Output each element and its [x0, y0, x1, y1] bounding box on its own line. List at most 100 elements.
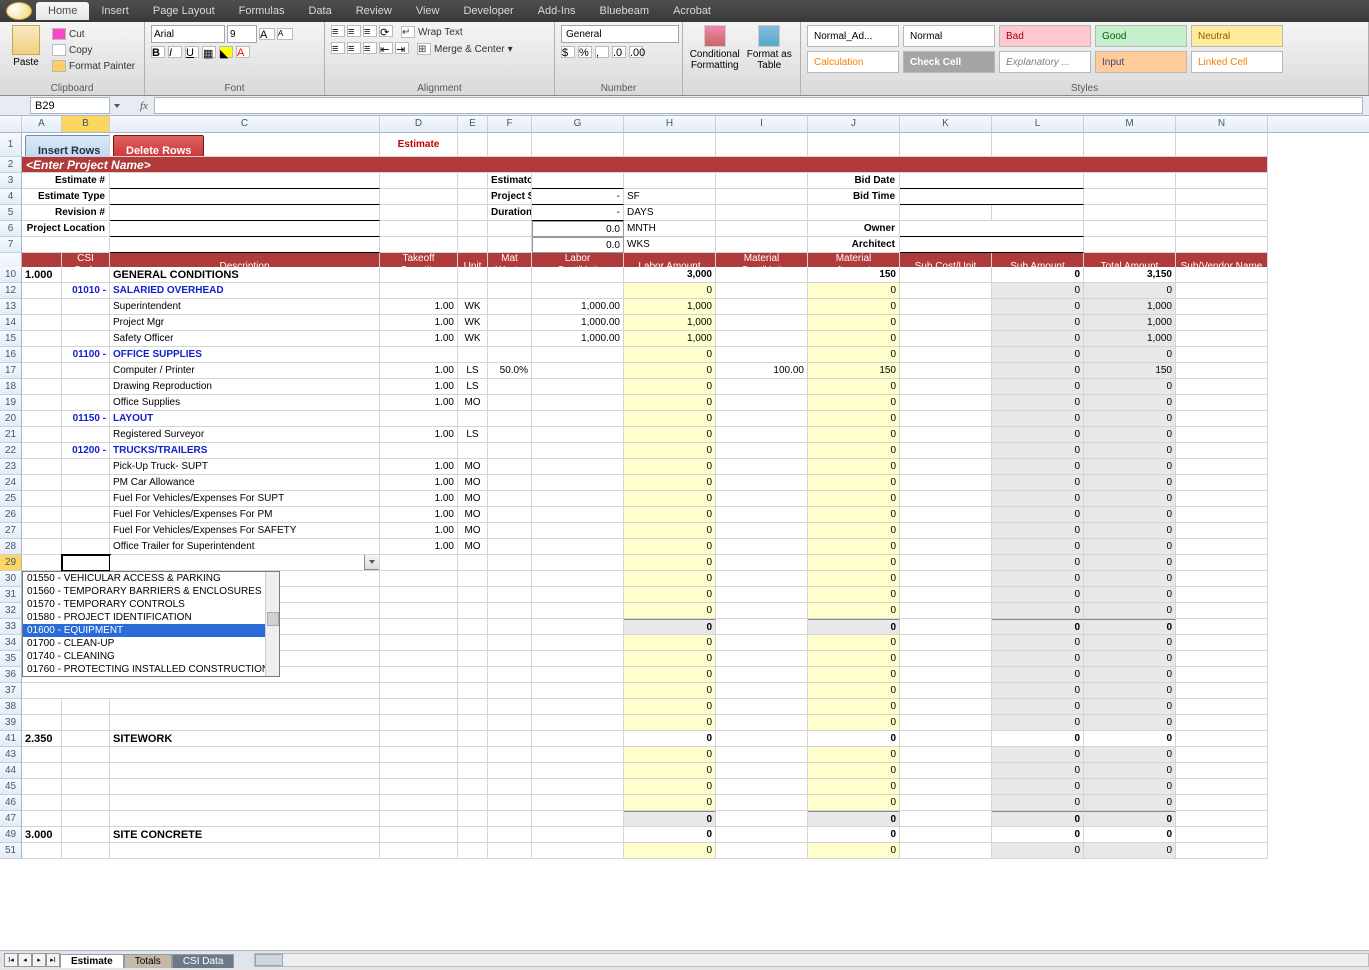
dropdown-option[interactable]: 01760 - PROTECTING INSTALLED CONSTRUCTIO…: [23, 663, 279, 676]
ribbon-tab-review[interactable]: Review: [344, 2, 404, 20]
row-header[interactable]: 43: [0, 747, 22, 763]
row-header[interactable]: 27: [0, 523, 22, 539]
sheet-tab-csi-data[interactable]: CSI Data: [172, 954, 235, 968]
row-header[interactable]: 36: [0, 667, 22, 683]
dec-dec-icon[interactable]: .00: [629, 46, 643, 58]
dropdown-option[interactable]: 01600 - EQUIPMENT: [23, 624, 279, 637]
row-header[interactable]: 35: [0, 651, 22, 667]
ribbon-tab-formulas[interactable]: Formulas: [227, 2, 297, 20]
row-header[interactable]: 47: [0, 811, 22, 827]
fx-icon[interactable]: fx: [140, 100, 148, 112]
cell-style-normal[interactable]: Normal: [903, 25, 995, 47]
worksheet[interactable]: ABCDEFGHIJKLMN 1 Insert Rows Delete Rows…: [0, 116, 1369, 950]
tab-nav-prev-icon[interactable]: ◂: [18, 953, 32, 967]
dropdown-option[interactable]: 01700 - CLEAN-UP: [23, 637, 279, 650]
orient-icon[interactable]: ⟳: [379, 25, 393, 37]
row-header[interactable]: 19: [0, 395, 22, 411]
ribbon-tab-insert[interactable]: Insert: [89, 2, 141, 20]
column-header-K[interactable]: K: [900, 116, 992, 132]
column-header-J[interactable]: J: [808, 116, 900, 132]
dropdown-option[interactable]: 01580 - PROJECT IDENTIFICATION: [23, 611, 279, 624]
row-header[interactable]: 31: [0, 587, 22, 603]
name-box-arrow-icon[interactable]: [114, 104, 120, 108]
font-color-icon[interactable]: A: [236, 46, 250, 58]
row-header[interactable]: 26: [0, 507, 22, 523]
value-mnth[interactable]: 0.0: [532, 221, 624, 237]
column-header-M[interactable]: M: [1084, 116, 1176, 132]
comma-icon[interactable]: ,: [595, 46, 609, 58]
row-header[interactable]: 21: [0, 427, 22, 443]
ribbon-tab-acrobat[interactable]: Acrobat: [661, 2, 723, 20]
copy-button[interactable]: Copy: [50, 43, 137, 57]
decrease-font-icon[interactable]: A: [277, 28, 293, 40]
align-center-icon[interactable]: ≡: [347, 42, 361, 54]
select-all-corner[interactable]: [0, 116, 22, 132]
input-estimate-type[interactable]: [110, 189, 380, 205]
tab-nav-next-icon[interactable]: ▸: [32, 953, 46, 967]
cell-style-linked-cell[interactable]: Linked Cell: [1191, 51, 1283, 73]
row-header[interactable]: 34: [0, 635, 22, 651]
tab-nav-first-icon[interactable]: I◂: [4, 953, 18, 967]
dropdown-arrow-icon[interactable]: [364, 555, 380, 570]
horizontal-scrollbar[interactable]: [254, 953, 1369, 967]
row-header[interactable]: 38: [0, 699, 22, 715]
input-architect[interactable]: [900, 237, 1084, 253]
row-header[interactable]: 18: [0, 379, 22, 395]
merge-center-button[interactable]: ⊞Merge & Center ▾: [415, 42, 515, 56]
row-header[interactable]: 2: [0, 157, 22, 173]
row-header[interactable]: 22: [0, 443, 22, 459]
bold-icon[interactable]: B: [151, 46, 165, 58]
align-right-icon[interactable]: ≡: [363, 42, 377, 54]
row-header[interactable]: 46: [0, 795, 22, 811]
inc-indent-icon[interactable]: ⇥: [395, 42, 409, 54]
cell-style-normal-ad-[interactable]: Normal_Ad...: [807, 25, 899, 47]
name-box[interactable]: [30, 97, 110, 114]
row-header[interactable]: 20: [0, 411, 22, 427]
ribbon-tab-page-layout[interactable]: Page Layout: [141, 2, 227, 20]
value-duration[interactable]: -: [532, 205, 624, 221]
row-header[interactable]: 28: [0, 539, 22, 555]
increase-font-icon[interactable]: A: [259, 28, 275, 40]
cell-style-good[interactable]: Good: [1095, 25, 1187, 47]
sheet-tab-totals[interactable]: Totals: [124, 954, 172, 968]
row-header[interactable]: 41: [0, 731, 22, 747]
row-header[interactable]: 30: [0, 571, 22, 587]
cell-style-explanatory-[interactable]: Explanatory ...: [999, 51, 1091, 73]
cell-style-neutral[interactable]: Neutral: [1191, 25, 1283, 47]
input-revision[interactable]: [110, 205, 380, 221]
italic-icon[interactable]: I: [168, 46, 182, 58]
row-header[interactable]: 15: [0, 331, 22, 347]
column-header-N[interactable]: N: [1176, 116, 1268, 132]
dec-indent-icon[interactable]: ⇤: [379, 42, 393, 54]
input-owner[interactable]: [900, 221, 1084, 237]
insert-rows-button[interactable]: Insert Rows: [25, 135, 110, 157]
input-estimate-no[interactable]: [110, 173, 380, 189]
row-header[interactable]: 32: [0, 603, 22, 619]
tab-nav-last-icon[interactable]: ▸I: [46, 953, 60, 967]
align-mid-icon[interactable]: ≡: [347, 25, 361, 37]
ribbon-tab-add-ins[interactable]: Add-Ins: [526, 2, 588, 20]
sheet-tab-estimate[interactable]: Estimate: [60, 954, 124, 968]
column-header-D[interactable]: D: [380, 116, 458, 132]
conditional-formatting-button[interactable]: Conditional Formatting: [689, 25, 740, 71]
row-header[interactable]: 24: [0, 475, 22, 491]
value-project-size[interactable]: -: [532, 189, 624, 205]
column-header-C[interactable]: C: [110, 116, 380, 132]
row-header[interactable]: 37: [0, 683, 22, 699]
ribbon-tab-developer[interactable]: Developer: [451, 2, 525, 20]
ribbon-tab-bluebeam[interactable]: Bluebeam: [588, 2, 662, 20]
font-name-select[interactable]: [151, 25, 225, 43]
cell-style-bad[interactable]: Bad: [999, 25, 1091, 47]
underline-icon[interactable]: U: [185, 46, 199, 58]
input-bid-date[interactable]: [900, 173, 1084, 189]
column-header-A[interactable]: A: [22, 116, 62, 132]
row-header[interactable]: 33: [0, 619, 22, 635]
input-project-location[interactable]: [110, 221, 380, 237]
border-icon[interactable]: ▦: [202, 46, 216, 58]
column-header-E[interactable]: E: [458, 116, 488, 132]
number-format-select[interactable]: [561, 25, 679, 43]
cut-button[interactable]: Cut: [50, 27, 137, 41]
row-header[interactable]: 45: [0, 779, 22, 795]
row-header[interactable]: 14: [0, 315, 22, 331]
dropdown-option[interactable]: 01560 - TEMPORARY BARRIERS & ENCLOSURES: [23, 585, 279, 598]
